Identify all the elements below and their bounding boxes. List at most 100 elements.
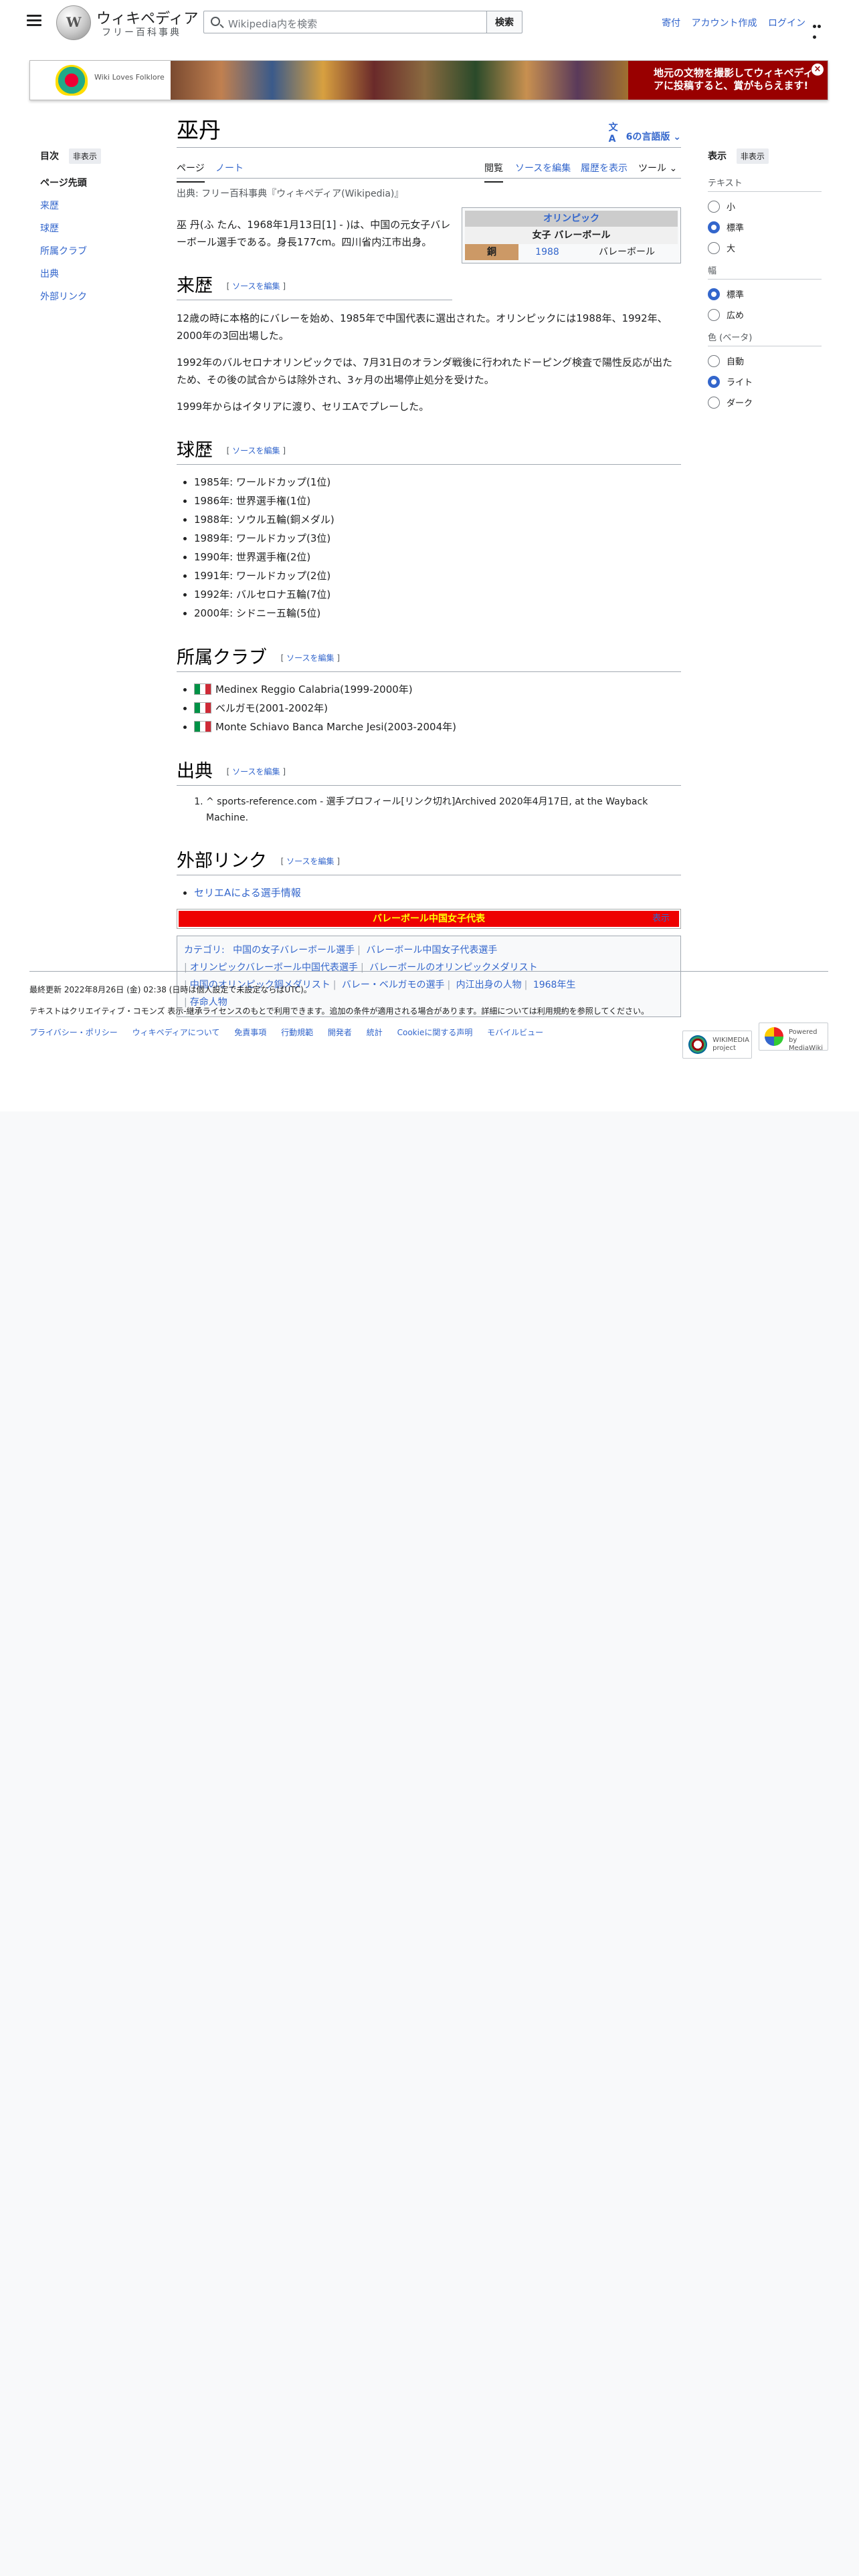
tab-page[interactable]: ページ — [177, 161, 205, 183]
search-placeholder: Wikipedia内を検索 — [228, 18, 318, 30]
tab-history[interactable]: 履歴を表示 — [581, 161, 628, 175]
tab-edit-source[interactable]: ソースを編集 — [515, 161, 571, 175]
page: ウィキペディア フリー百科事典 Wikipedia内を検索 検索 寄付 アカウン… — [0, 0, 859, 1111]
mobile-view-link[interactable]: モバイルビュー — [487, 1028, 543, 1037]
appearance-hide-button[interactable]: 非表示 — [736, 148, 769, 164]
references-list: ^ sports-reference.com - 選手プロフィール[リンク切れ]… — [206, 794, 681, 826]
history-paragraph: 1999年からはイタリアに渡り、セリエAでプレーした。 — [177, 401, 430, 413]
edit-source-link[interactable]: ソースを編集 — [232, 767, 280, 776]
appearance-title: 表示 — [708, 151, 727, 162]
categories-label[interactable]: カテゴリ: — [184, 945, 225, 956]
toc-item-links[interactable]: 外部リンク — [40, 292, 87, 302]
list-item: 1992年: バルセロナ五輪(7位) — [194, 585, 681, 604]
color-light-radio[interactable]: ライト — [708, 375, 822, 388]
width-wide-radio[interactable]: 広め — [708, 308, 822, 321]
banner-logo-area: Wiki Loves Folklore — [30, 61, 171, 100]
search-input[interactable]: Wikipedia内を検索 — [203, 11, 487, 33]
toc-header: 目次 非表示 — [40, 148, 161, 164]
list-item: ベルガモ(2001-2002年) — [194, 699, 681, 718]
logo-tagline: フリー百科事典 — [102, 27, 181, 38]
toc-item-career[interactable]: 球歴 — [40, 223, 59, 234]
edit-source-link[interactable]: ソースを編集 — [286, 653, 334, 663]
banner-close-icon[interactable]: × — [812, 64, 824, 76]
width-label: 幅 — [708, 263, 822, 280]
external-links-list: セリエAによる選手情報 — [194, 883, 681, 902]
career-list: 1985年: ワールドカップ(1位) 1986年: 世界選手権(1位) 1988… — [194, 473, 681, 623]
toc-item-top[interactable]: ページ先頭 — [40, 176, 161, 189]
list-item: 1988年: ソウル五輪(銅メダル) — [194, 510, 681, 529]
italy-flag-icon — [194, 702, 211, 714]
toc-item-refs[interactable]: 出典 — [40, 269, 59, 280]
search-icon — [211, 17, 220, 26]
table-of-contents: 目次 非表示 ページ先頭 来歴 球歴 所属クラブ 出典 外部リンク — [40, 148, 161, 312]
banner-photo-strip — [171, 61, 628, 100]
wiki-loves-folklore-logo — [56, 65, 88, 96]
language-button[interactable]: 文A 6の言語版 ⌄ — [608, 120, 681, 144]
color-auto-radio[interactable]: 自動 — [708, 354, 822, 367]
login-link[interactable]: ログイン — [768, 18, 805, 29]
list-item: 2000年: シドニー五輪(5位) — [194, 604, 681, 623]
developers-link[interactable]: 開発者 — [328, 1028, 352, 1037]
section-history-heading: 来歴 [ ソースを編集 ] — [177, 271, 452, 300]
text-size-large-radio[interactable]: 大 — [708, 241, 822, 254]
color-dark-radio[interactable]: ダーク — [708, 396, 822, 409]
infobox-year[interactable]: 1988 — [535, 247, 559, 257]
privacy-link[interactable]: プライバシー・ポリシー — [29, 1028, 118, 1037]
external-link[interactable]: セリエAによる選手情報 — [194, 887, 301, 899]
disclaimer-link[interactable]: 免責事項 — [234, 1028, 266, 1037]
list-item: Monte Schiavo Banca Marche Jesi(2003-200… — [194, 718, 681, 736]
license-info: テキストはクリエイティブ・コモンズ 表示-継承ライセンスのもとで利用できます。追… — [29, 1006, 650, 1016]
text-size-small-radio[interactable]: 小 — [708, 200, 822, 213]
intro-paragraph: 巫 丹(ふ たん、1968年1月13日[1] - )は、中国の元女子バレーボール… — [177, 219, 451, 248]
wikipedia-logo[interactable] — [56, 5, 91, 40]
infobox-subtitle: 女子 バレーボール — [465, 227, 678, 244]
width-standard-radio[interactable]: 標準 — [708, 288, 822, 300]
search-button[interactable]: 検索 — [486, 11, 522, 33]
toc-item-history[interactable]: 来歴 — [40, 201, 59, 211]
main-menu-icon[interactable] — [27, 15, 41, 27]
toc-hide-button[interactable]: 非表示 — [68, 148, 101, 164]
color-label: 色 (ベータ) — [708, 330, 822, 346]
language-count: 6の言語版 — [626, 132, 670, 142]
tab-tools[interactable]: ツール ⌄ — [638, 161, 677, 175]
section-career-heading: 球歴 [ ソースを編集 ] — [177, 435, 681, 465]
category-link[interactable]: バレーボール中国女子代表選手 — [366, 945, 497, 956]
statistics-link[interactable]: 統計 — [367, 1028, 383, 1037]
text-size-standard-radio[interactable]: 標準 — [708, 221, 822, 233]
banner-message[interactable]: 地元の文物を撮影してウィキペディアに投稿すると、賞がもらえます! — [628, 61, 828, 100]
language-icon: 文A — [608, 122, 618, 144]
edit-source-link[interactable]: ソースを編集 — [232, 282, 280, 291]
footer-badges: WIKIMEDIA project Powered by MediaWiki — [678, 1023, 828, 1059]
history-paragraph: 12歳の時に本格的にバレーを始め、1985年で中国代表に選出された。オリンピック… — [177, 312, 668, 342]
clubs-list: Medinex Reggio Calabria(1999-2000年) ベルガモ… — [194, 680, 681, 736]
page-title: 巫丹 — [177, 112, 681, 148]
campaign-banner[interactable]: Wiki Loves Folklore 地元の文物を撮影してウィキペディアに投稿… — [29, 60, 828, 100]
reference-item[interactable]: ^ sports-reference.com - 選手プロフィール[リンク切れ]… — [206, 794, 681, 826]
wikimedia-badge[interactable]: WIKIMEDIA project — [682, 1031, 753, 1059]
edit-source-link[interactable]: ソースを編集 — [232, 446, 280, 455]
infobox-title[interactable]: オリンピック — [465, 211, 678, 227]
list-item: Medinex Reggio Calabria(1999-2000年) — [194, 680, 681, 699]
tab-talk[interactable]: ノート — [215, 161, 244, 175]
navbox-toggle[interactable]: 表示 — [652, 911, 670, 927]
about-link[interactable]: ウィキペディアについて — [132, 1028, 220, 1037]
list-item: 1986年: 世界選手権(1位) — [194, 492, 681, 510]
list-item: 1991年: ワールドカップ(2位) — [194, 566, 681, 585]
create-account-link[interactable]: アカウント作成 — [692, 18, 757, 29]
history-paragraph: 1992年のバルセロナオリンピックでは、7月31日のオランダ戦後に行われたドーピ… — [177, 356, 673, 386]
more-options-icon[interactable] — [813, 20, 826, 39]
category-link[interactable]: 中国の女子バレーボール選手 — [233, 945, 355, 956]
code-of-conduct-link[interactable]: 行動規範 — [281, 1028, 313, 1037]
infobox: オリンピック 女子 バレーボール 銅 1988 バレーボール — [462, 207, 681, 263]
navbox: バレーボール中国女子代表 表示 — [177, 909, 681, 929]
mediawiki-badge[interactable]: Powered by MediaWiki — [759, 1023, 828, 1052]
section-links-heading: 外部リンク [ ソースを編集 ] — [177, 846, 681, 875]
footer: 最終更新 2022年8月26日 (金) 02:38 (日時は個人設定で未設定なら… — [29, 971, 828, 1059]
toc-item-clubs[interactable]: 所属クラブ — [40, 246, 87, 257]
cookie-link[interactable]: Cookieに関する声明 — [397, 1028, 473, 1037]
header: ウィキペディア フリー百科事典 Wikipedia内を検索 検索 寄付 アカウン… — [0, 0, 859, 45]
donate-link[interactable]: 寄付 — [662, 18, 680, 29]
infobox-row: 銅 1988 バレーボール — [465, 244, 678, 260]
edit-source-link[interactable]: ソースを編集 — [286, 857, 334, 866]
tab-read[interactable]: 閲覧 — [484, 161, 503, 183]
